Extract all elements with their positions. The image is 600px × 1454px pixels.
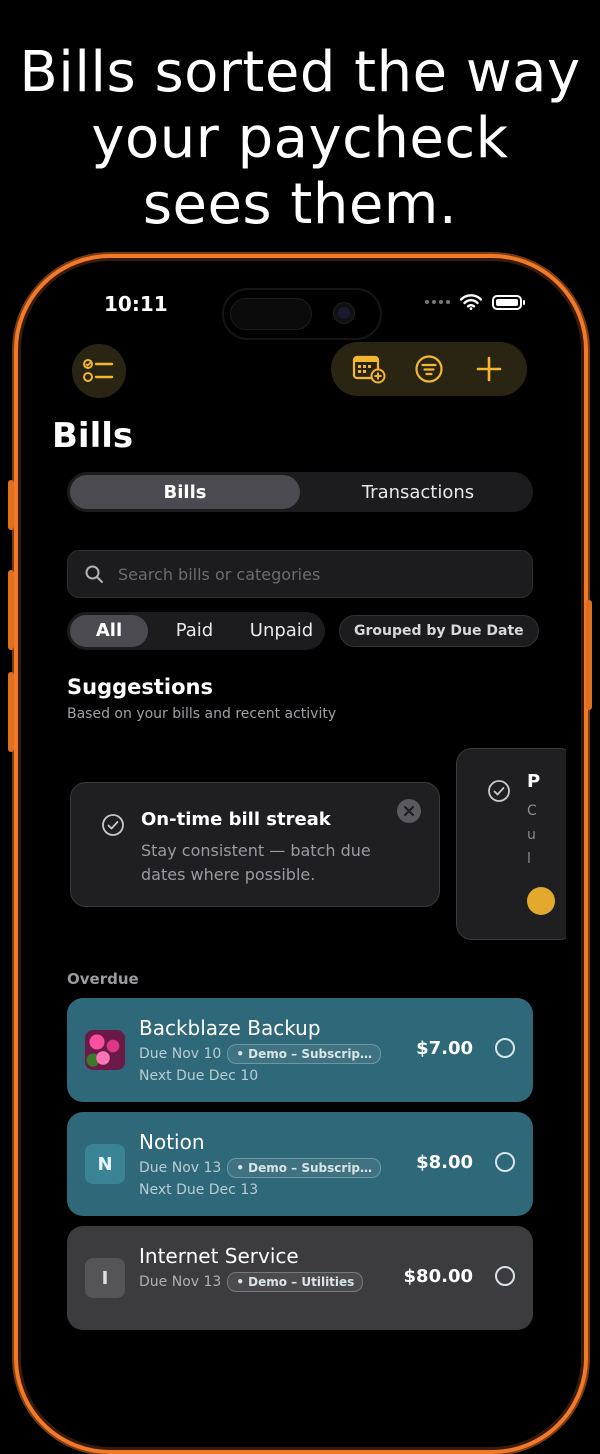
suggestion-body-fragment: C: [527, 803, 537, 819]
app-screen: 10:11 Bills Bills Transactions Search bi…: [34, 272, 566, 1372]
camera-icon: [334, 303, 354, 323]
plus-icon: [476, 356, 502, 382]
bill-name: Backblaze Backup: [139, 1016, 321, 1040]
grouping-chip[interactable]: Grouped by Due Date: [339, 615, 539, 647]
action-button: [8, 480, 14, 530]
bill-amount: $80.00: [403, 1266, 473, 1287]
bill-due: Due Nov 13 • Demo – Subscriptio...: [139, 1158, 382, 1178]
search-input[interactable]: [116, 563, 500, 585]
page-title: Bills: [52, 416, 134, 456]
check-circle-icon: [488, 780, 510, 802]
suggestion-action-button[interactable]: [527, 887, 555, 915]
bill-next-due: Next Due Dec 13: [139, 1182, 259, 1198]
bill-due: Due Nov 13 • Demo – Utilities: [139, 1272, 364, 1292]
suggestion-title: P: [527, 771, 541, 792]
bill-due-date: Due Nov 13: [139, 1274, 222, 1290]
bill-row[interactable]: N Notion Due Nov 13 • Demo – Subscriptio…: [67, 1112, 533, 1216]
bill-amount: $8.00: [416, 1152, 473, 1173]
bill-name: Internet Service: [139, 1244, 299, 1268]
filter-paid[interactable]: Paid: [151, 615, 238, 647]
view-segmented-control: Bills Transactions: [67, 472, 533, 512]
category-tag: • Demo – Subscriptio...: [227, 1158, 382, 1178]
section-label-overdue: Overdue: [67, 970, 139, 988]
filter-unpaid[interactable]: Unpaid: [238, 615, 325, 647]
suggestion-card[interactable]: On-time bill streak Stay consistent — ba…: [70, 782, 440, 907]
bill-thumbnail: [85, 1030, 125, 1070]
tab-bills[interactable]: Bills: [70, 475, 300, 509]
status-time: 10:11: [104, 292, 168, 316]
headline-line-2: your paycheck: [91, 106, 509, 171]
mark-paid-toggle[interactable]: [495, 1152, 515, 1172]
category-tag: • Demo – Utilities: [227, 1272, 364, 1292]
add-calendar-button[interactable]: [349, 349, 389, 389]
suggestion-body-fragment: u: [527, 827, 536, 843]
filter-all[interactable]: All: [70, 615, 148, 647]
bill-due-date: Due Nov 10: [139, 1046, 222, 1062]
dismiss-button[interactable]: [397, 799, 421, 823]
tab-transactions[interactable]: Transactions: [303, 472, 533, 512]
calendar-add-icon: [352, 355, 386, 384]
close-icon: [403, 805, 415, 817]
toolbar-actions: [331, 342, 527, 396]
status-indicators: [425, 294, 525, 310]
bill-next-due: Next Due Dec 10: [139, 1068, 259, 1084]
suggestions-subtitle: Based on your bills and recent activity: [67, 706, 337, 722]
search-bar[interactable]: [67, 550, 533, 598]
headline-line-3: sees them.: [142, 172, 458, 237]
suggestions-title: Suggestions: [67, 675, 213, 699]
volume-up-button: [8, 570, 14, 650]
volume-down-button: [8, 672, 14, 752]
bill-amount: $7.00: [416, 1038, 473, 1059]
category-tag: • Demo – Subscripti...: [227, 1044, 382, 1064]
suggestion-title: On-time bill streak: [141, 809, 331, 830]
bill-name: Notion: [139, 1130, 205, 1154]
bill-due: Due Nov 10 • Demo – Subscripti...: [139, 1044, 382, 1064]
bill-row[interactable]: I Internet Service Due Nov 13 • Demo – U…: [67, 1226, 533, 1330]
suggestion-body: Stay consistent — batch due dates where …: [141, 841, 371, 884]
bill-row[interactable]: Backblaze Backup Due Nov 10 • Demo – Sub…: [67, 998, 533, 1102]
filter-button[interactable]: [409, 349, 449, 389]
marketing-headline: Bills sorted the way your paycheck sees …: [0, 40, 600, 238]
mark-paid-toggle[interactable]: [495, 1038, 515, 1058]
bill-due-date: Due Nov 13: [139, 1160, 222, 1176]
checklist-button[interactable]: [72, 344, 126, 398]
status-filter-control: All Paid Unpaid: [67, 612, 325, 650]
wifi-icon: [460, 294, 482, 310]
add-bill-button[interactable]: [469, 349, 509, 389]
battery-icon: [492, 294, 525, 310]
suggestion-body-fragment: l: [527, 851, 531, 867]
suggestion-card-next[interactable]: P C u l: [456, 748, 566, 940]
filter-icon: [415, 355, 443, 383]
checklist-icon: [83, 359, 114, 382]
headline-line-1: Bills sorted the way: [19, 40, 581, 105]
check-circle-icon: [102, 814, 124, 836]
bill-initial-avatar: I: [85, 1258, 125, 1298]
power-button: [586, 600, 592, 710]
mark-paid-toggle[interactable]: [495, 1266, 515, 1286]
dynamic-island: [222, 288, 382, 340]
bill-initial-avatar: N: [85, 1144, 125, 1184]
search-icon: [85, 565, 103, 583]
signal-icon: [425, 300, 450, 304]
